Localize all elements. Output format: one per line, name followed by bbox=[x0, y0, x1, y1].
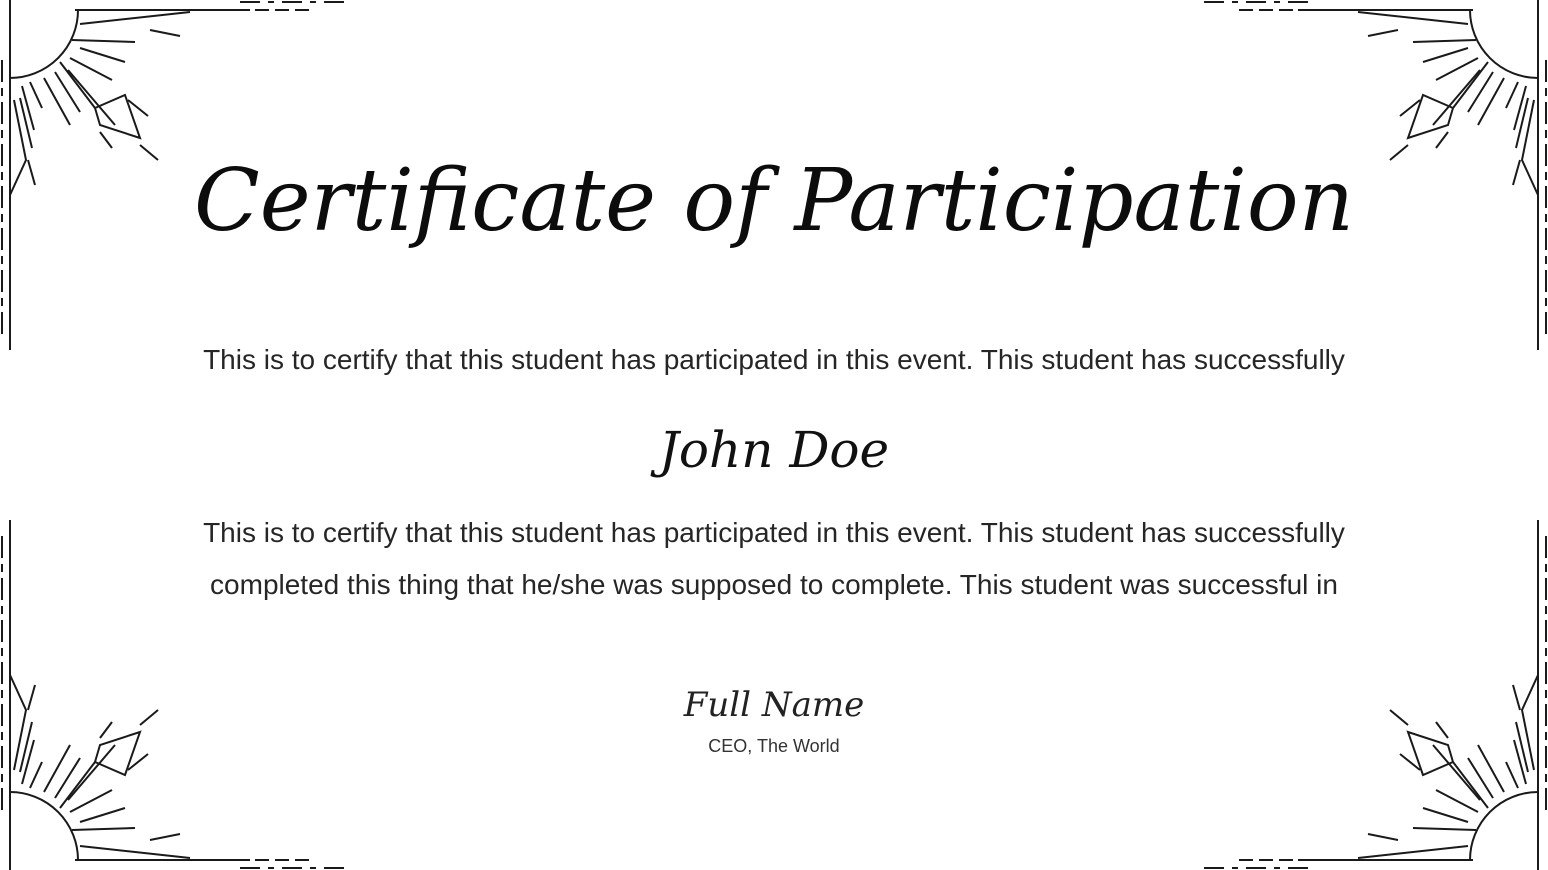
recipient-name: John Doe bbox=[658, 421, 890, 479]
certificate-page: Certificate of Participation This is to … bbox=[0, 0, 1548, 870]
details-line-2: completed this thing that he/she was sup… bbox=[210, 569, 1338, 600]
details-text: This is to certify that this student has… bbox=[140, 507, 1408, 611]
signatory-title: CEO, The World bbox=[708, 736, 840, 756]
certificate-title: Certificate of Participation bbox=[193, 151, 1355, 251]
signatory-name: Full Name bbox=[683, 685, 865, 725]
details-line-1: This is to certify that this student has… bbox=[203, 517, 1345, 548]
intro-text: This is to certify that this student has… bbox=[203, 344, 1345, 375]
